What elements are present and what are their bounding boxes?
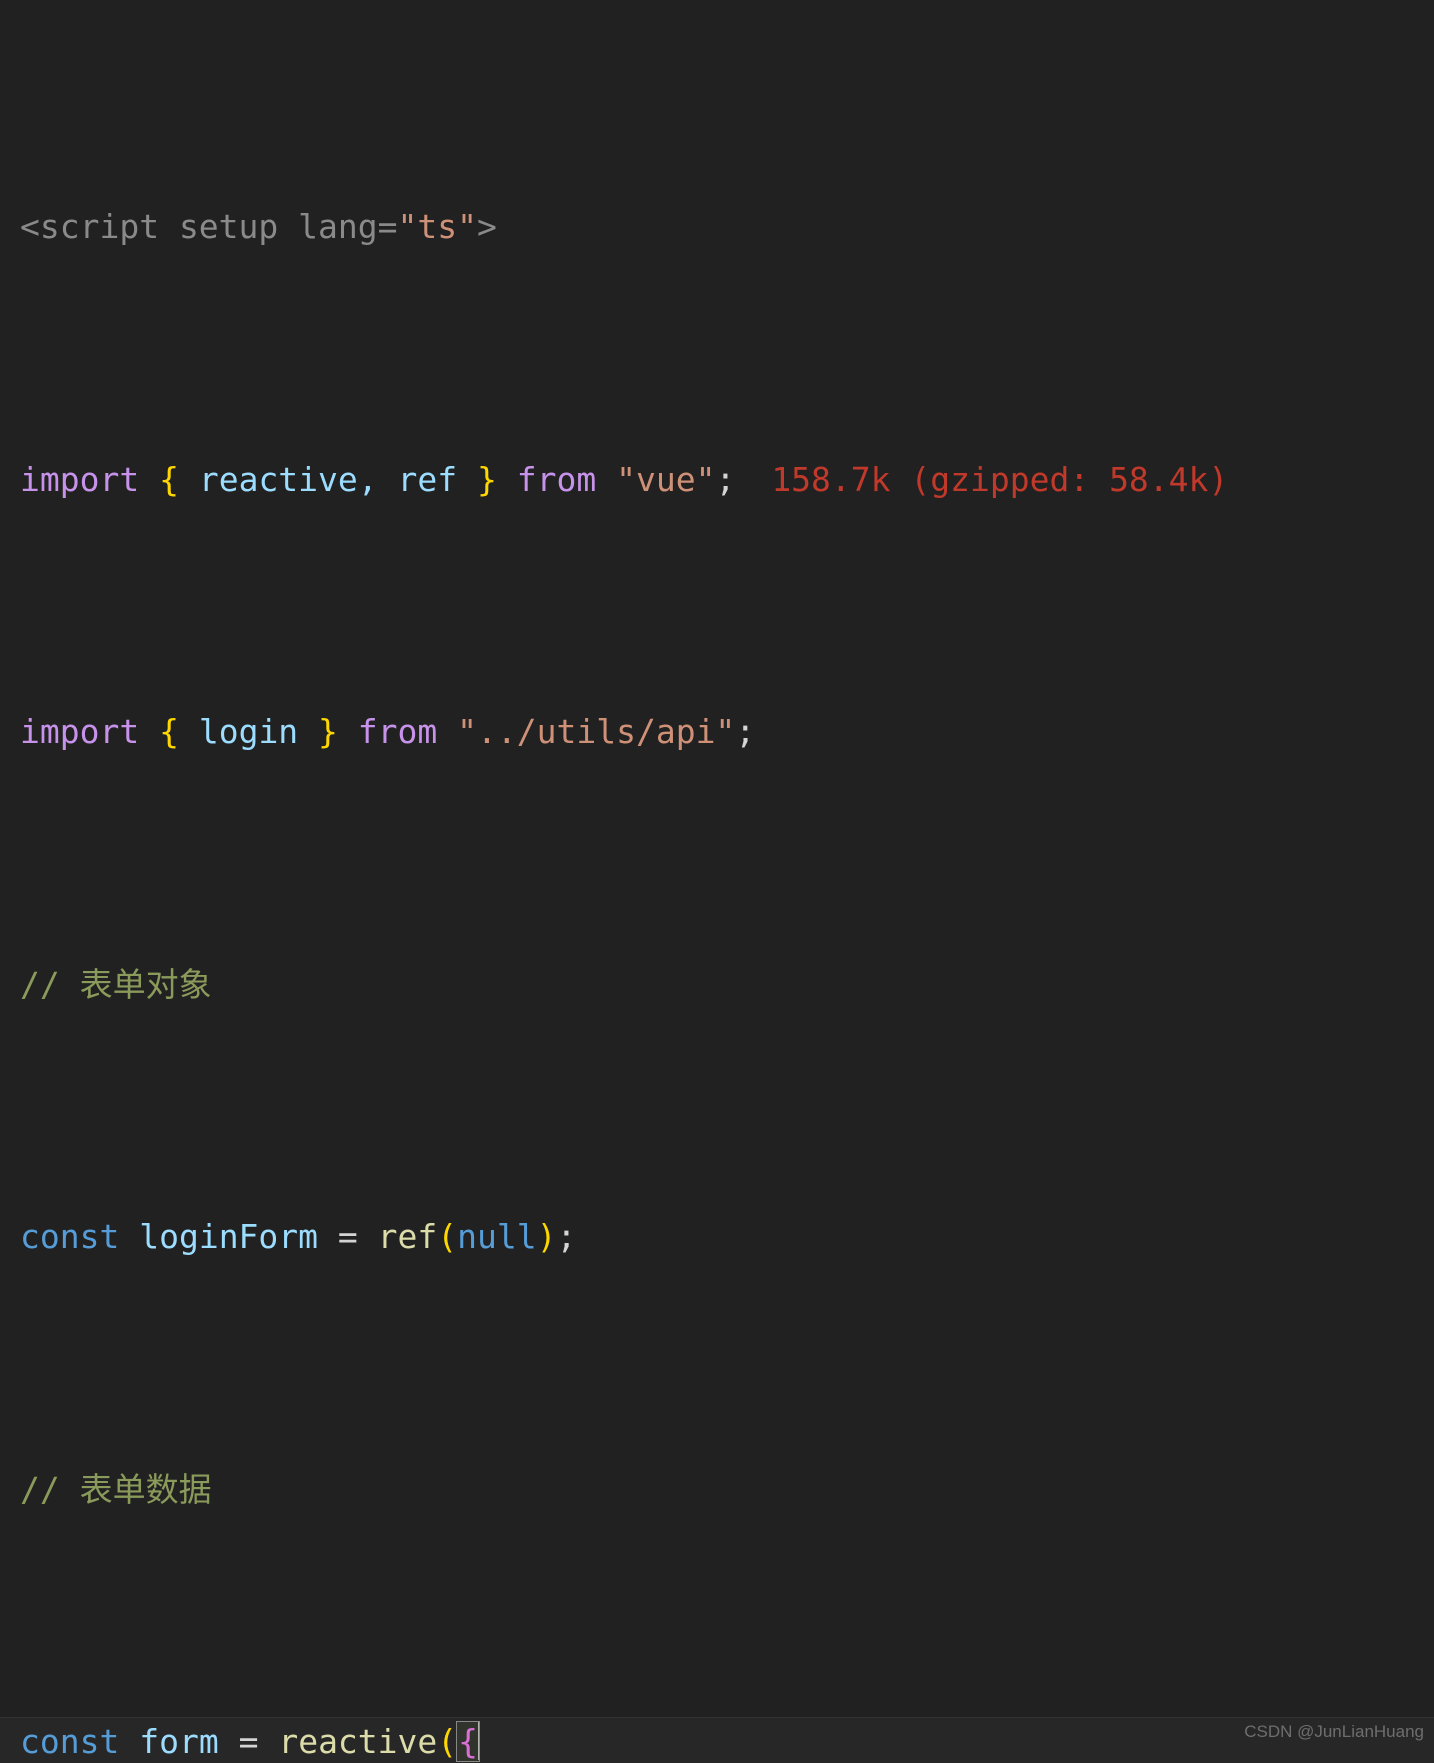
code-content[interactable]: <script setup lang="ts"> import { reacti…: [0, 0, 1434, 1763]
token-brace: }: [476, 459, 497, 499]
token-paren: ): [536, 1217, 557, 1256]
token-function: ref: [377, 1217, 438, 1256]
bracket-match-highlight: {: [456, 1721, 481, 1762]
token-brace: {: [159, 712, 179, 751]
token-paren: (: [437, 1217, 458, 1256]
code-line[interactable]: import { login } from "../utils/api";: [0, 707, 1434, 758]
token-string: "vue": [616, 459, 716, 499]
token-comment: // 表单对象: [20, 964, 212, 1004]
token-function: reactive: [278, 1722, 438, 1761]
token-keyword: from: [516, 459, 597, 499]
code-line[interactable]: <script setup lang="ts">: [0, 202, 1434, 253]
code-line-active[interactable]: const form = reactive({: [0, 1717, 1434, 1763]
token-tag: <script setup lang=: [20, 207, 398, 246]
token-identifier: reactive, ref: [178, 459, 477, 499]
token-comment: // 表单数据: [20, 1469, 212, 1509]
token-keyword: import: [20, 712, 140, 751]
watermark: CSDN @JunLianHuang: [1244, 1721, 1424, 1741]
token-paren: (: [437, 1722, 458, 1761]
token-string: "../utils/api": [457, 712, 736, 751]
token-semicolon: ;: [556, 1217, 577, 1256]
token-keyword: from: [357, 712, 438, 751]
token-brace: }: [318, 712, 338, 751]
token-null: null: [457, 1217, 537, 1256]
token-semicolon: ;: [735, 712, 756, 751]
token-identifier: loginForm: [139, 1217, 319, 1256]
token-tag-close: >: [476, 207, 497, 246]
code-editor[interactable]: <script setup lang="ts"> import { reacti…: [0, 0, 1434, 1763]
token-attr-value: "ts": [397, 207, 477, 246]
token-keyword: import: [20, 459, 140, 499]
token-keyword: const: [20, 1722, 120, 1761]
token-brace: {: [159, 459, 179, 499]
bundle-size-annotation: 158.7k (gzipped: 58.4k): [771, 459, 1229, 499]
token-keyword: const: [20, 1217, 120, 1256]
code-line[interactable]: // 表单对象: [0, 960, 1434, 1011]
token-operator: =: [337, 1217, 358, 1256]
token-identifier: form: [139, 1722, 219, 1761]
code-line[interactable]: const loginForm = ref(null);: [0, 1212, 1434, 1263]
token-operator: =: [238, 1722, 259, 1761]
code-line[interactable]: import { reactive, ref } from "vue"; 158.…: [0, 455, 1434, 506]
code-line[interactable]: // 表单数据: [0, 1465, 1434, 1516]
token-brace: {: [458, 1722, 479, 1761]
token-identifier: login: [178, 712, 319, 751]
token-semicolon: ;: [715, 459, 736, 499]
